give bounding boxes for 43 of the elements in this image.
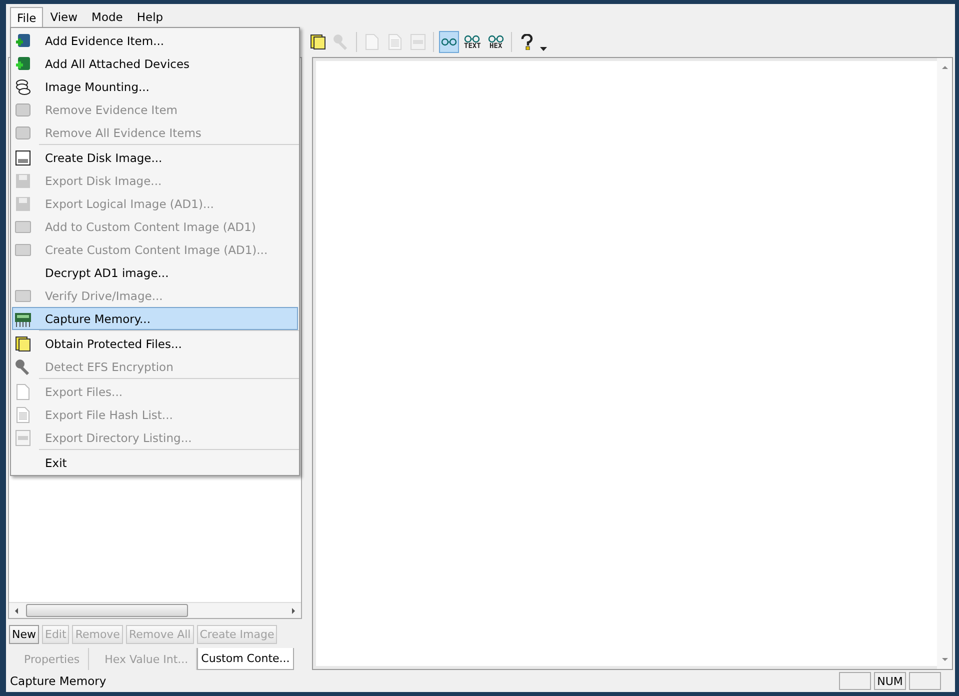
floppy-icon [15, 196, 31, 212]
drive-icon [15, 242, 31, 258]
drive-icon [15, 102, 31, 118]
drive-plus-icon [15, 56, 31, 72]
status-panel [839, 672, 871, 690]
menu-item[interactable]: Add All Attached Devices [12, 52, 298, 75]
num-lock-indicator: NUM [874, 672, 906, 690]
drive-icon [15, 124, 31, 140]
disk-drive-icon [15, 150, 31, 166]
horizontal-scrollbar[interactable] [9, 602, 301, 618]
menu-item[interactable]: Capture Memory... [12, 307, 298, 330]
glasses-icon [488, 34, 504, 42]
status-text: Capture Memory [10, 674, 108, 688]
drive-icon [15, 218, 31, 234]
panel-button[interactable]: New [9, 625, 39, 644]
dropdown-arrow-icon[interactable] [540, 47, 547, 51]
view-mode-button[interactable] [439, 31, 459, 53]
menu-item[interactable]: Image Mounting... [12, 75, 298, 98]
glasses-icon [441, 38, 457, 46]
menu-item[interactable]: File [10, 7, 44, 27]
menu-item[interactable]: Obtain Protected Files... [12, 332, 298, 355]
menu-item[interactable]: Help [130, 7, 170, 27]
tab[interactable]: Custom Conte... [197, 648, 294, 670]
glasses-icon [464, 34, 480, 42]
menu-item[interactable]: Add Evidence Item... [12, 29, 298, 52]
menu-item[interactable]: Exit [12, 451, 298, 474]
disk-stack-icon [15, 78, 31, 94]
menu-item[interactable]: Create Disk Image... [12, 146, 298, 169]
dir-document-icon [15, 430, 31, 446]
menu-item[interactable]: Mode [84, 7, 130, 27]
menu-item[interactable]: View [43, 7, 85, 27]
status-panel [909, 672, 941, 690]
tab[interactable]: Properties [8, 648, 89, 670]
drive-plus-icon [15, 32, 31, 48]
document-lines-icon [15, 406, 31, 422]
document-icon [15, 384, 31, 400]
drive-icon [15, 288, 31, 304]
floppy-icon [15, 172, 31, 188]
vertical-scrollbar[interactable] [937, 58, 952, 669]
memory-chip-icon [15, 310, 31, 326]
folder-icon [15, 336, 31, 352]
key-icon [15, 358, 31, 374]
menu-item[interactable]: Decrypt AD1 image... [12, 261, 298, 284]
